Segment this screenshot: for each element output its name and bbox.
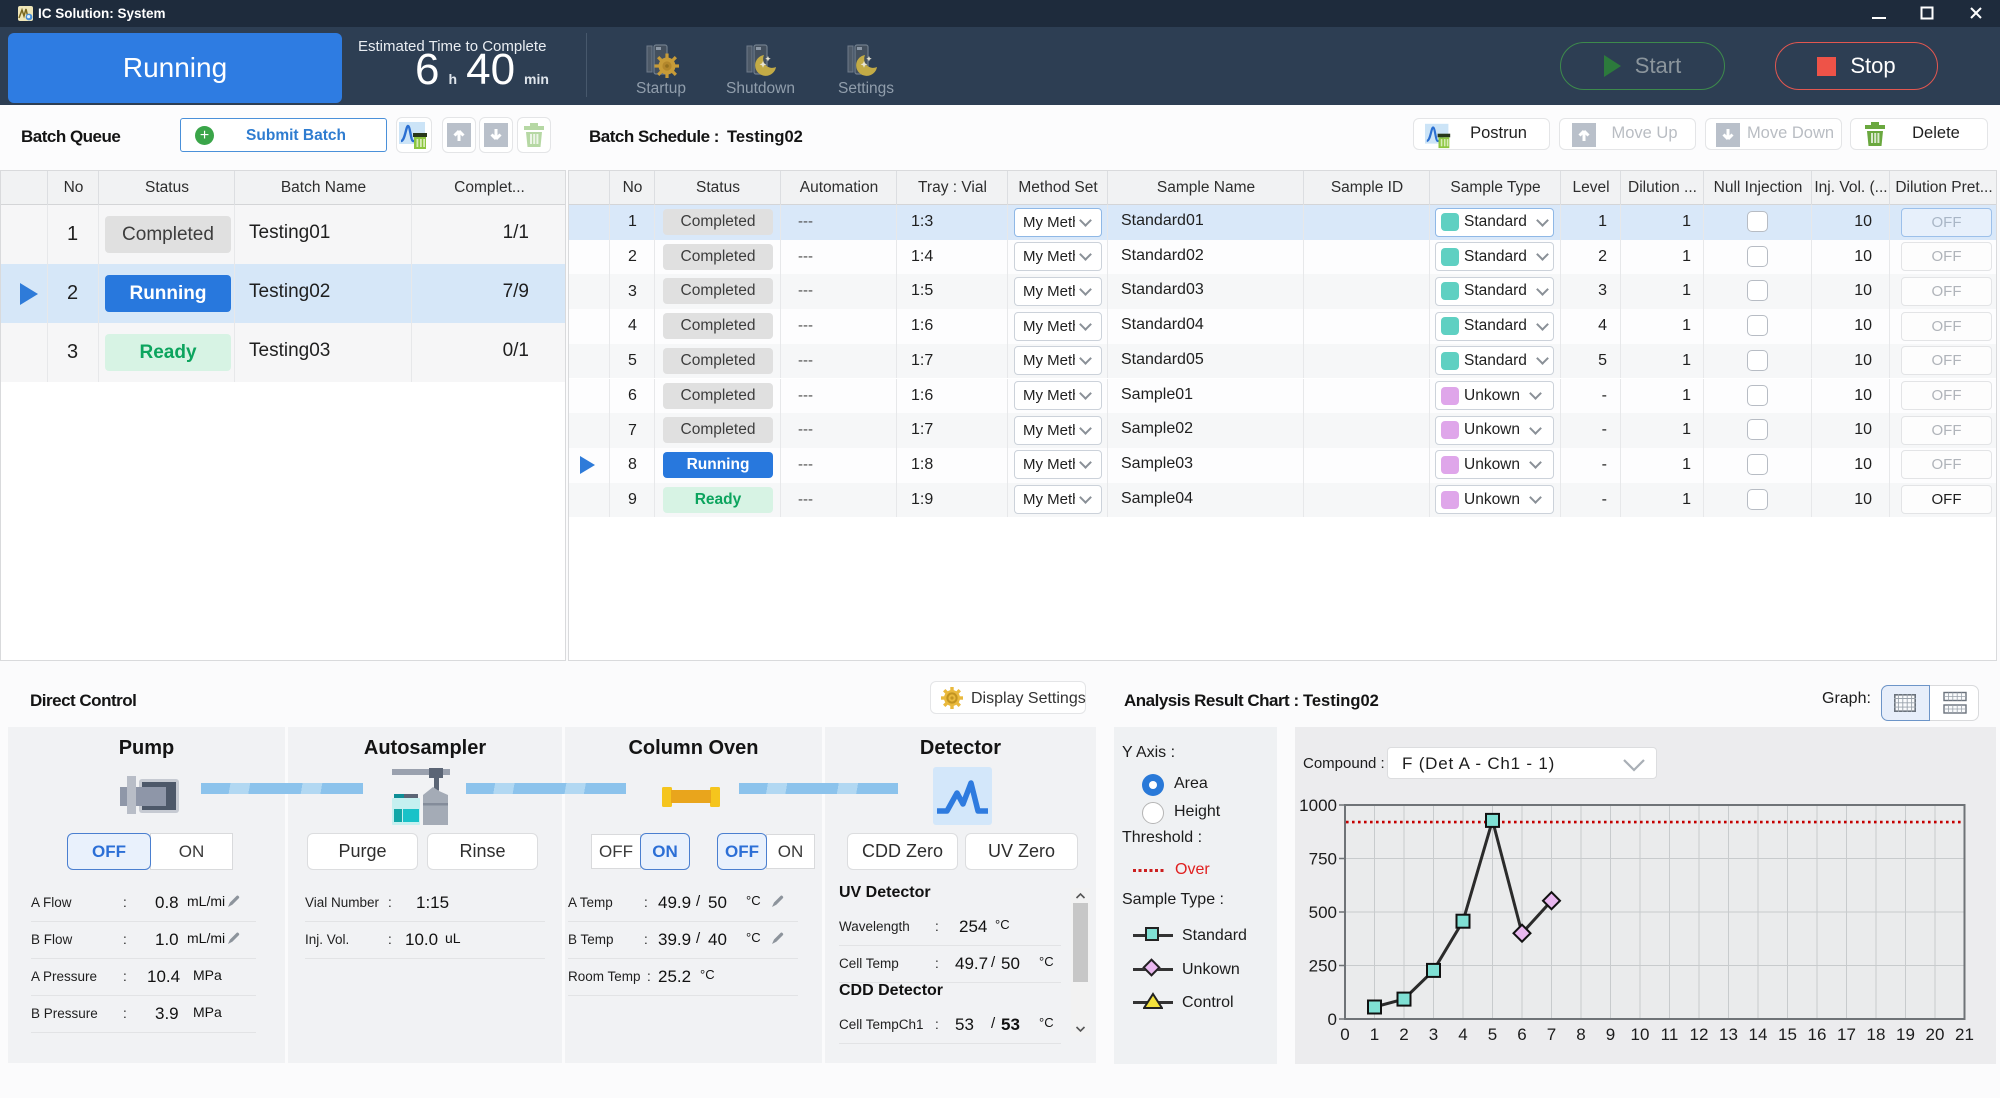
svg-text:1: 1	[1370, 1025, 1379, 1044]
svg-text:12: 12	[1690, 1025, 1709, 1044]
svg-text:10: 10	[1631, 1025, 1650, 1044]
svg-text:0: 0	[1328, 1010, 1337, 1029]
svg-text:9: 9	[1606, 1025, 1615, 1044]
svg-text:750: 750	[1309, 850, 1337, 869]
svg-text:21: 21	[1955, 1025, 1974, 1044]
svg-text:500: 500	[1309, 903, 1337, 922]
svg-text:6: 6	[1517, 1025, 1526, 1044]
svg-text:3: 3	[1429, 1025, 1438, 1044]
svg-text:19: 19	[1896, 1025, 1915, 1044]
svg-text:20: 20	[1926, 1025, 1945, 1044]
svg-text:0: 0	[1340, 1025, 1349, 1044]
svg-text:16: 16	[1808, 1025, 1827, 1044]
svg-text:8: 8	[1576, 1025, 1585, 1044]
svg-text:2: 2	[1399, 1025, 1408, 1044]
svg-text:11: 11	[1661, 1025, 1679, 1044]
svg-text:18: 18	[1867, 1025, 1886, 1044]
svg-text:4: 4	[1458, 1025, 1467, 1044]
svg-text:5: 5	[1488, 1025, 1497, 1044]
svg-text:17: 17	[1837, 1025, 1856, 1044]
svg-text:14: 14	[1749, 1025, 1768, 1044]
svg-text:7: 7	[1547, 1025, 1556, 1044]
svg-text:250: 250	[1309, 957, 1337, 976]
svg-text:1000: 1000	[1299, 796, 1337, 815]
svg-text:15: 15	[1778, 1025, 1797, 1044]
svg-text:13: 13	[1719, 1025, 1738, 1044]
